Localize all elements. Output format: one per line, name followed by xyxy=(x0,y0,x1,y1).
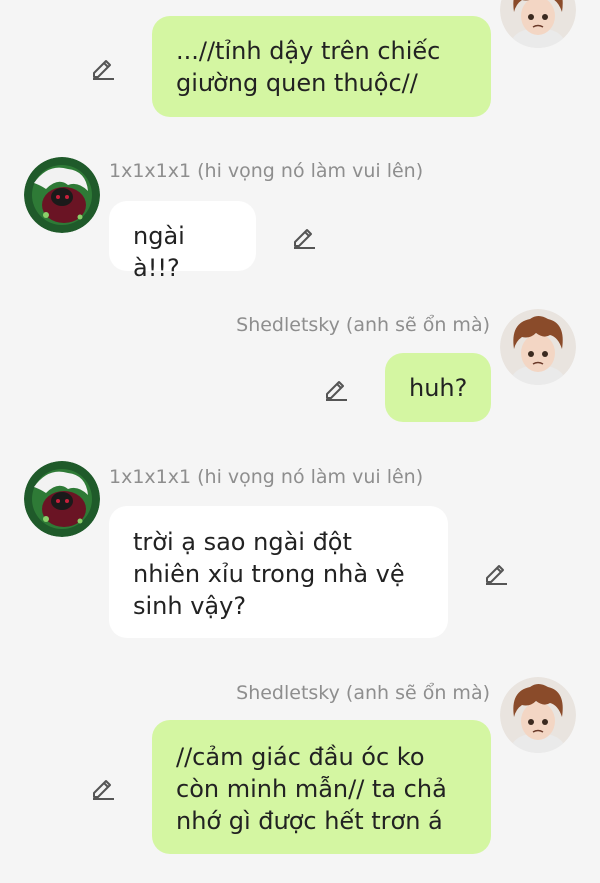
message-text: trời ạ sao ngài đột nhiên xỉu trong nhà … xyxy=(133,528,405,620)
white-haired-green-eye-avatar-icon xyxy=(24,461,100,537)
brown-haired-boy-avatar-icon xyxy=(500,309,576,385)
my-avatar[interactable] xyxy=(500,0,576,48)
my-avatar[interactable] xyxy=(500,677,576,753)
message-bubble[interactable]: trời ạ sao ngài đột nhiên xỉu trong nhà … xyxy=(109,506,448,638)
pencil-edit-icon[interactable] xyxy=(290,222,318,250)
my-avatar[interactable] xyxy=(500,309,576,385)
message-text: huh? xyxy=(409,374,468,402)
pencil-edit-icon[interactable] xyxy=(482,558,510,586)
message-text: //cảm giác đầu óc ko còn minh mẫn// ta c… xyxy=(176,743,447,835)
message-bubble[interactable]: huh? xyxy=(385,353,491,422)
sender-name: Shedletsky (anh sẽ ổn mà) xyxy=(236,314,490,336)
message-bubble[interactable]: ...//tỉnh dậy trên chiếc giường quen thu… xyxy=(152,16,491,117)
sender-name: Shedletsky (anh sẽ ổn mà) xyxy=(236,682,490,704)
contact-avatar[interactable] xyxy=(24,461,100,537)
brown-haired-boy-avatar-icon xyxy=(500,0,576,48)
pencil-edit-icon[interactable] xyxy=(322,374,350,402)
sender-name: 1x1x1x1 (hi vọng nó làm vui lên) xyxy=(109,160,424,182)
message-text: ngài à!!? xyxy=(133,222,185,282)
message-bubble[interactable]: ngài à!!? xyxy=(109,201,256,282)
brown-haired-boy-avatar-icon xyxy=(500,677,576,753)
sender-name: 1x1x1x1 (hi vọng nó làm vui lên) xyxy=(109,466,424,488)
message-bubble[interactable]: //cảm giác đầu óc ko còn minh mẫn// ta c… xyxy=(152,720,491,854)
white-haired-green-eye-avatar-icon xyxy=(24,157,100,233)
pencil-edit-icon[interactable] xyxy=(89,53,117,81)
pencil-edit-icon[interactable] xyxy=(89,773,117,801)
contact-avatar[interactable] xyxy=(24,157,100,233)
message-text: ...//tỉnh dậy trên chiếc giường quen thu… xyxy=(176,37,441,97)
